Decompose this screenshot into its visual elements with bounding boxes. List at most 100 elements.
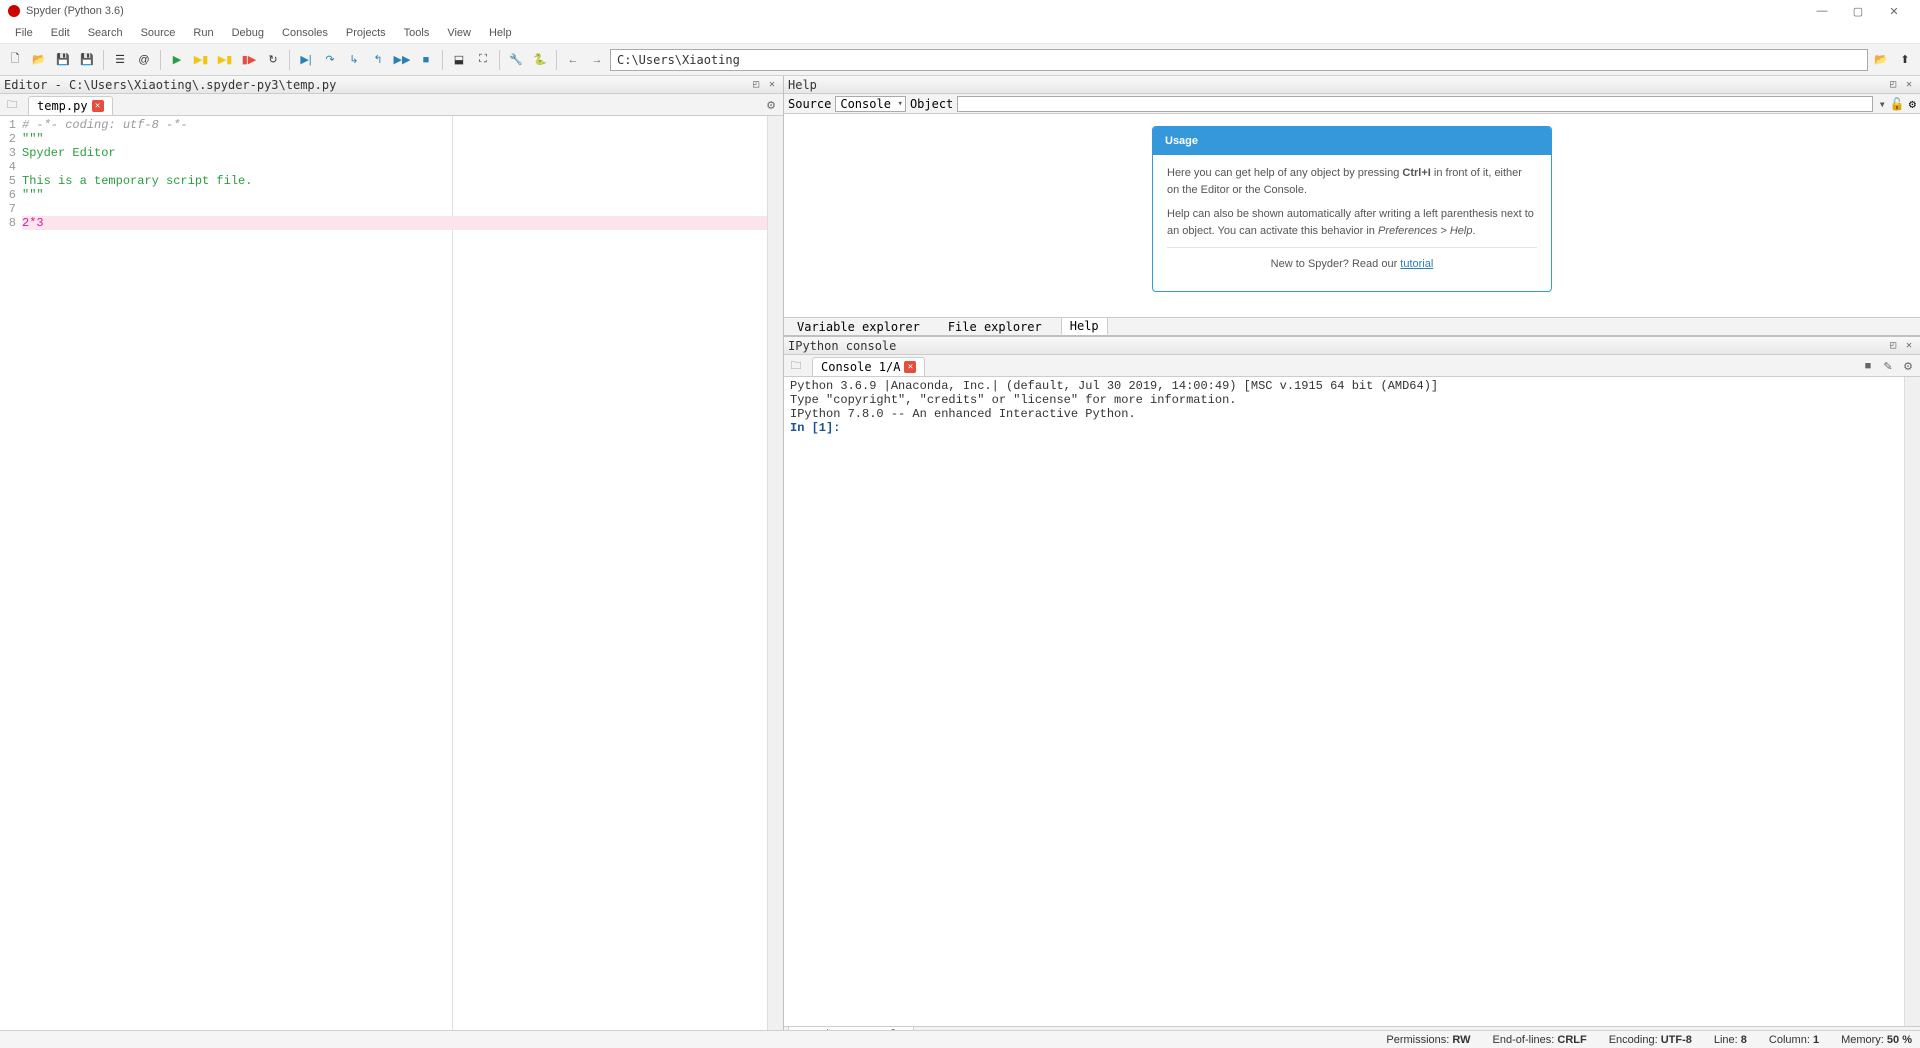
editor-gutter: 12345678 <box>0 116 20 1044</box>
forward-icon[interactable]: → <box>586 49 608 71</box>
maximize-button[interactable]: ▢ <box>1840 0 1876 22</box>
step-into-icon[interactable]: ↳ <box>343 49 365 71</box>
help-source-row: Source Console Object ▾ 🔓 ⚙ <box>784 94 1920 114</box>
tab-variable-explorer[interactable]: Variable explorer <box>788 318 929 336</box>
status-memory: Memory: 50 % <box>1841 1034 1912 1046</box>
menu-consoles[interactable]: Consoles <box>273 25 337 41</box>
help-bottom-tabs: Variable explorer File explorer Help <box>784 317 1920 335</box>
maximize-pane-icon[interactable]: ⬓ <box>448 49 470 71</box>
pythonpath-icon[interactable]: 🐍 <box>529 49 551 71</box>
statusbar: Permissions: RW End-of-lines: CRLF Encod… <box>0 1030 1920 1048</box>
window-title: Spyder (Python 3.6) <box>26 5 124 17</box>
tab-help[interactable]: Help <box>1061 317 1108 335</box>
dropdown-icon[interactable]: ▾ <box>1879 97 1886 111</box>
object-input[interactable] <box>957 96 1872 112</box>
help-pane: Help ◰ ✕ Source Console Object ▾ 🔓 ⚙ Usa… <box>784 76 1920 336</box>
undock-icon[interactable]: ◰ <box>749 78 763 92</box>
usage-p1: Here you can get help of any object by p… <box>1167 165 1537 198</box>
help-close-icon[interactable]: ✕ <box>1902 78 1916 92</box>
lock-icon[interactable]: 🔓 <box>1890 97 1905 111</box>
status-permissions: Permissions: RW <box>1386 1034 1470 1046</box>
help-body: Usage Here you can get help of any objec… <box>784 114 1920 317</box>
parent-dir-icon[interactable]: ⬆ <box>1894 49 1916 71</box>
rerun-icon[interactable]: ↻ <box>262 49 284 71</box>
debug-icon[interactable]: ▶| <box>295 49 317 71</box>
console-remove-icon[interactable]: ✎ <box>1880 358 1896 374</box>
status-eol: End-of-lines: CRLF <box>1493 1034 1587 1046</box>
editor-body[interactable]: 12345678 # -*- coding: utf-8 -*-"""Spyde… <box>0 116 783 1044</box>
save-icon[interactable]: 💾 <box>52 49 74 71</box>
menu-search[interactable]: Search <box>79 25 132 41</box>
menu-view[interactable]: View <box>438 25 480 41</box>
help-header-text: Help <box>788 78 817 92</box>
run-icon[interactable]: ▶ <box>166 49 188 71</box>
fullscreen-icon[interactable]: ⛶ <box>472 49 494 71</box>
at-icon[interactable]: @ <box>133 49 155 71</box>
help-options-icon[interactable]: ⚙ <box>1909 97 1916 111</box>
close-button[interactable]: ✕ <box>1876 0 1912 22</box>
console-tab-close-icon[interactable]: ✕ <box>904 361 916 373</box>
usage-tutorial: New to Spyder? Read our tutorial <box>1167 256 1537 273</box>
menu-projects[interactable]: Projects <box>337 25 395 41</box>
back-icon[interactable]: ← <box>562 49 584 71</box>
console-tab[interactable]: Console 1/A ✕ <box>812 357 925 376</box>
console-undock-icon[interactable]: ◰ <box>1886 339 1900 353</box>
run-cell-icon[interactable]: ▶▮ <box>190 49 212 71</box>
editor-tabrow: 🗀 temp.py ✕ ⚙ <box>0 94 783 116</box>
browse-dir-icon[interactable]: 📂 <box>1870 49 1892 71</box>
menu-help[interactable]: Help <box>480 25 521 41</box>
editor-tab-temp[interactable]: temp.py ✕ <box>28 96 113 115</box>
console-header-text: IPython console <box>788 339 896 353</box>
console-scrollbar[interactable] <box>1904 377 1920 1026</box>
help-header: Help ◰ ✕ <box>784 76 1920 94</box>
console-tab-label: Console 1/A <box>821 360 900 374</box>
spyder-icon <box>8 5 20 17</box>
menu-tools[interactable]: Tools <box>395 25 439 41</box>
menu-run[interactable]: Run <box>184 25 222 41</box>
editor-pane: Editor - C:\Users\Xiaoting\.spyder-py3\t… <box>0 76 784 1044</box>
editor-code[interactable]: # -*- coding: utf-8 -*-"""Spyder EditorT… <box>20 116 783 1044</box>
source-combo[interactable]: Console <box>835 96 906 112</box>
tab-close-icon[interactable]: ✕ <box>92 100 104 112</box>
step-over-icon[interactable]: ↷ <box>319 49 341 71</box>
editor-header-text: Editor - C:\Users\Xiaoting\.spyder-py3\t… <box>4 78 336 92</box>
help-undock-icon[interactable]: ◰ <box>1886 78 1900 92</box>
continue-icon[interactable]: ▶▶ <box>391 49 413 71</box>
preferences-icon[interactable]: 🔧 <box>505 49 527 71</box>
console-body[interactable]: Python 3.6.9 |Anaconda, Inc.| (default, … <box>784 377 1920 1026</box>
save-all-icon[interactable]: 💾 <box>76 49 98 71</box>
status-line: Line: 8 <box>1714 1034 1747 1046</box>
status-encoding: Encoding: UTF-8 <box>1609 1034 1692 1046</box>
console-browse-icon[interactable]: 🗀 <box>788 358 804 374</box>
menu-debug[interactable]: Debug <box>223 25 273 41</box>
menu-source[interactable]: Source <box>132 25 185 41</box>
source-label: Source <box>788 97 831 111</box>
close-pane-icon[interactable]: ✕ <box>765 78 779 92</box>
step-out-icon[interactable]: ↰ <box>367 49 389 71</box>
working-dir-input[interactable]: C:\Users\Xiaoting <box>610 49 1868 71</box>
editor-tab-label: temp.py <box>37 99 88 113</box>
minimize-button[interactable]: — <box>1804 0 1840 22</box>
object-label: Object <box>910 97 953 111</box>
usage-card: Usage Here you can get help of any objec… <box>1152 126 1552 292</box>
menu-edit[interactable]: Edit <box>42 25 79 41</box>
stop-icon[interactable]: ■ <box>415 49 437 71</box>
open-file-icon[interactable]: 📂 <box>28 49 50 71</box>
editor-scrollbar[interactable] <box>767 116 783 1044</box>
console-pane: IPython console ◰ ✕ 🗀 Console 1/A ✕ ■ ✎ … <box>784 336 1920 1044</box>
usage-title: Usage <box>1153 127 1551 155</box>
tab-file-explorer[interactable]: File explorer <box>939 318 1051 336</box>
console-close-icon[interactable]: ✕ <box>1902 339 1916 353</box>
editor-header: Editor - C:\Users\Xiaoting\.spyder-py3\t… <box>0 76 783 94</box>
outline-icon[interactable]: ☰ <box>109 49 131 71</box>
menu-file[interactable]: File <box>6 25 42 41</box>
console-options-icon[interactable]: ⚙ <box>1900 358 1916 374</box>
console-stop-icon[interactable]: ■ <box>1860 358 1876 374</box>
editor-options-icon[interactable]: ⚙ <box>763 97 779 113</box>
run-cell-advance-icon[interactable]: ▶▮ <box>214 49 236 71</box>
file-browse-icon[interactable]: 🗀 <box>4 97 20 113</box>
titlebar: Spyder (Python 3.6) — ▢ ✕ <box>0 0 1920 22</box>
new-file-icon[interactable]: 🗋 <box>4 49 26 71</box>
run-selection-icon[interactable]: ▮▶ <box>238 49 260 71</box>
tutorial-link[interactable]: tutorial <box>1400 258 1433 270</box>
